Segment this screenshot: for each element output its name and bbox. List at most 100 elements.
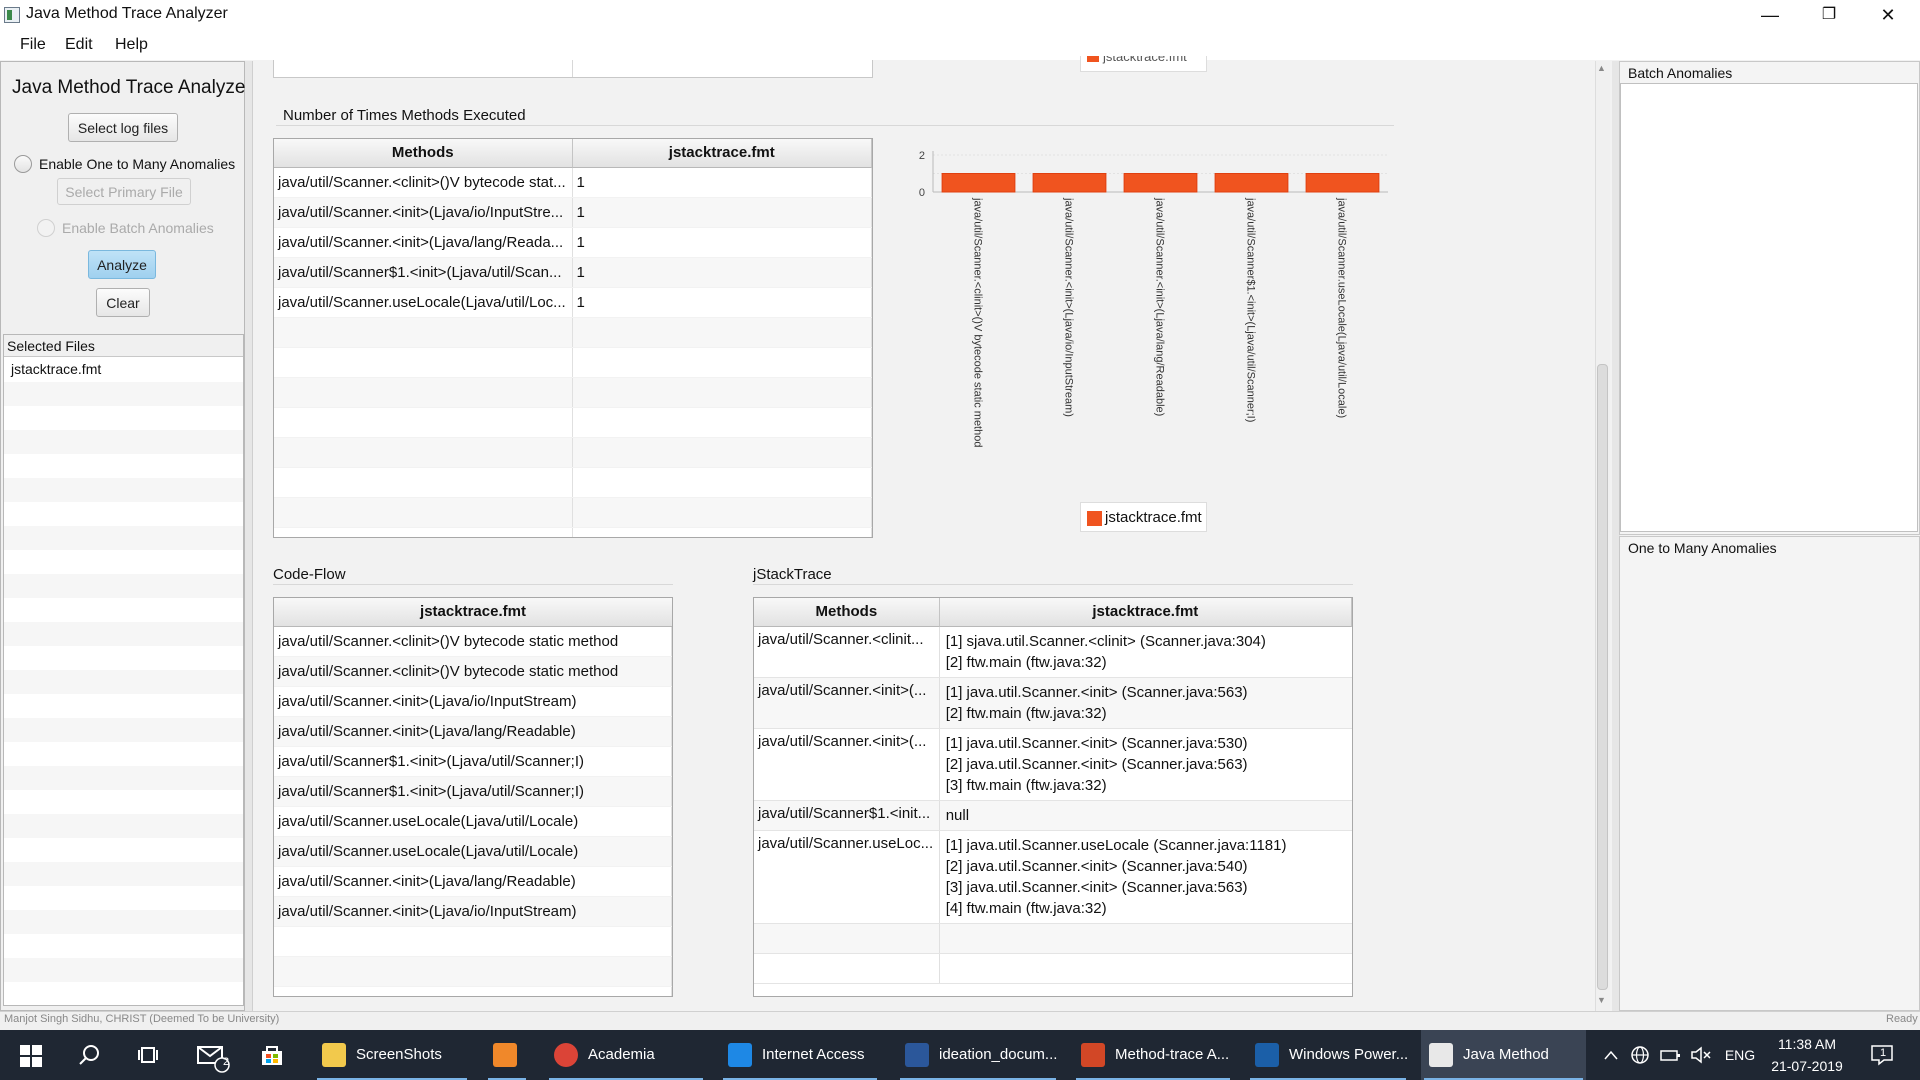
chart-bar[interactable] bbox=[941, 173, 1016, 193]
list-item[interactable] bbox=[4, 958, 243, 982]
table-row[interactable] bbox=[274, 408, 872, 438]
search-icon[interactable] bbox=[78, 1044, 100, 1066]
table-row[interactable]: java/util/Scanner.<init>(Ljava/lang/Read… bbox=[274, 717, 672, 747]
list-item[interactable] bbox=[4, 814, 243, 838]
windows-start-icon[interactable] bbox=[20, 1045, 42, 1067]
restore-button[interactable]: ❐ bbox=[1806, 0, 1852, 30]
list-item[interactable]: jstacktrace.fmt bbox=[4, 358, 243, 382]
list-item[interactable] bbox=[4, 502, 243, 526]
list-item[interactable] bbox=[4, 670, 243, 694]
taskbar-app-folder[interactable]: ScreenShots bbox=[314, 1030, 470, 1080]
list-item[interactable] bbox=[4, 454, 243, 478]
table-row[interactable]: java/util/Scanner.<clinit... [1] sjava.ut… bbox=[754, 627, 1352, 678]
table-row[interactable]: java/util/Scanner$1.<init>(Ljava/util/Sc… bbox=[274, 747, 672, 777]
batch-radio[interactable] bbox=[37, 219, 55, 237]
table-row[interactable]: java/util/Scanner.<clinit>()V bytecode s… bbox=[274, 627, 672, 657]
split-divider-left[interactable] bbox=[245, 61, 253, 1011]
volume-muted-icon[interactable] bbox=[1690, 1046, 1712, 1064]
language-indicator[interactable]: ENG bbox=[1721, 1030, 1759, 1080]
list-item[interactable] bbox=[4, 742, 243, 766]
table-row[interactable] bbox=[754, 954, 1352, 984]
taskbar-app-powerpoint[interactable]: Method-trace A... bbox=[1073, 1030, 1233, 1080]
column-header-methods[interactable]: Methods bbox=[274, 139, 573, 168]
list-item[interactable] bbox=[4, 934, 243, 958]
list-item[interactable] bbox=[4, 982, 243, 1004]
list-item[interactable] bbox=[4, 382, 243, 406]
table-row[interactable] bbox=[274, 468, 872, 498]
analyze-button[interactable]: Analyze bbox=[88, 250, 156, 279]
table-row[interactable] bbox=[274, 348, 872, 378]
table-row[interactable]: java/util/Scanner.useLocale(Ljava/util/L… bbox=[274, 837, 672, 867]
table-row[interactable]: java/util/Scanner$1.<init>(Ljava/util/Sc… bbox=[274, 777, 672, 807]
globe-icon[interactable] bbox=[1630, 1045, 1650, 1065]
task-view-icon[interactable] bbox=[138, 1045, 160, 1065]
select-primary-file-button[interactable]: Select Primary File bbox=[57, 178, 191, 205]
list-item[interactable] bbox=[4, 598, 243, 622]
column-header-file[interactable]: jstacktrace.fmt bbox=[274, 598, 672, 627]
list-item[interactable] bbox=[4, 622, 243, 646]
scroll-up-icon[interactable]: ▲ bbox=[1597, 63, 1606, 73]
table-row[interactable]: java/util/Scanner.<clinit>()V bytecode s… bbox=[274, 168, 872, 198]
taskbar-app-powershell[interactable]: Windows Power... bbox=[1247, 1030, 1409, 1080]
table-row[interactable] bbox=[274, 957, 672, 987]
menu-help[interactable]: Help bbox=[115, 36, 148, 54]
table-row[interactable]: java/util/Scanner.useLocale(Ljava/util/L… bbox=[274, 807, 672, 837]
taskbar-app-sublime[interactable] bbox=[485, 1030, 529, 1080]
table-row[interactable] bbox=[274, 318, 872, 348]
list-item[interactable] bbox=[4, 838, 243, 862]
menu-edit[interactable]: Edit bbox=[65, 36, 93, 54]
table-row[interactable]: java/util/Scanner.<clinit>()V bytecode s… bbox=[274, 657, 672, 687]
list-item[interactable] bbox=[4, 694, 243, 718]
list-item[interactable] bbox=[4, 526, 243, 550]
table-row[interactable] bbox=[274, 378, 872, 408]
list-item[interactable] bbox=[4, 406, 243, 430]
list-item[interactable] bbox=[4, 790, 243, 814]
jstack-table[interactable]: Methods jstacktrace.fmt java/util/Scanne… bbox=[753, 597, 1353, 997]
table-row[interactable]: java/util/Scanner.<init>(Ljava/lang/Read… bbox=[274, 867, 672, 897]
chart-bar[interactable] bbox=[1305, 173, 1380, 193]
list-item[interactable] bbox=[4, 430, 243, 454]
clock-time[interactable]: 11:38 AM bbox=[1767, 1036, 1847, 1052]
scroll-down-icon[interactable]: ▼ bbox=[1597, 995, 1606, 1005]
list-item[interactable] bbox=[4, 910, 243, 934]
one-to-many-radio[interactable] bbox=[14, 155, 32, 173]
table-row[interactable]: java/util/Scanner$1.<init>(Ljava/util/Sc… bbox=[274, 258, 872, 288]
table-row[interactable]: java/util/Scanner.<init>(Ljava/io/InputS… bbox=[274, 897, 672, 927]
chart-bar[interactable] bbox=[1214, 173, 1289, 193]
list-item[interactable] bbox=[4, 718, 243, 742]
table-row[interactable]: java/util/Scanner$1.<init... null bbox=[754, 801, 1352, 831]
list-item[interactable] bbox=[4, 574, 243, 598]
column-header-file[interactable]: jstacktrace.fmt bbox=[572, 139, 872, 168]
scrollbar-thumb[interactable] bbox=[1597, 364, 1608, 990]
chevron-up-icon[interactable] bbox=[1604, 1049, 1618, 1061]
taskbar-app-chrome[interactable]: Academia Progr... bbox=[546, 1030, 706, 1080]
table-row[interactable] bbox=[274, 528, 872, 537]
minimize-button[interactable]: — bbox=[1747, 0, 1793, 30]
chart-bar[interactable] bbox=[1032, 173, 1107, 193]
table-row[interactable]: java/util/Scanner.<init>(Ljava/io/InputS… bbox=[274, 687, 672, 717]
clock-date[interactable]: 21-07-2019 bbox=[1767, 1058, 1847, 1074]
select-log-files-button[interactable]: Select log files bbox=[68, 113, 178, 142]
clear-button[interactable]: Clear bbox=[96, 288, 150, 317]
code-flow-table[interactable]: jstacktrace.fmt java/util/Scanner.<clini… bbox=[273, 597, 673, 997]
count-table[interactable]: Methods jstacktrace.fmt java/util/Scanne… bbox=[273, 138, 873, 538]
table-row[interactable]: java/util/Scanner.<init>(Ljava/lang/Read… bbox=[274, 228, 872, 258]
table-row[interactable]: java/util/Scanner.<init>(... [1] java.uti… bbox=[754, 678, 1352, 729]
list-item[interactable] bbox=[4, 862, 243, 886]
table-row[interactable]: java/util/Scanner.useLoc... [1] java.util… bbox=[754, 831, 1352, 924]
table-row[interactable] bbox=[274, 927, 672, 957]
menu-file[interactable]: File bbox=[20, 36, 46, 54]
taskbar-app-s-app[interactable]: Internet Access ... bbox=[720, 1030, 880, 1080]
batch-anomalies-content[interactable] bbox=[1620, 83, 1918, 532]
table-row[interactable]: java/util/Scanner.useLocale(Ljava/util/L… bbox=[274, 288, 872, 318]
table-row[interactable] bbox=[274, 438, 872, 468]
list-item[interactable] bbox=[4, 766, 243, 790]
close-button[interactable]: ✕ bbox=[1865, 0, 1911, 30]
taskbar-app-word[interactable]: ideation_docum... bbox=[897, 1030, 1059, 1080]
chart-bar[interactable] bbox=[1123, 173, 1198, 193]
store-icon[interactable] bbox=[260, 1043, 284, 1067]
column-header-file[interactable]: jstacktrace.fmt bbox=[939, 598, 1352, 627]
battery-icon[interactable] bbox=[1660, 1047, 1682, 1063]
list-item[interactable] bbox=[4, 550, 243, 574]
table-row[interactable]: java/util/Scanner.<init>(... [1] java.uti… bbox=[754, 729, 1352, 801]
